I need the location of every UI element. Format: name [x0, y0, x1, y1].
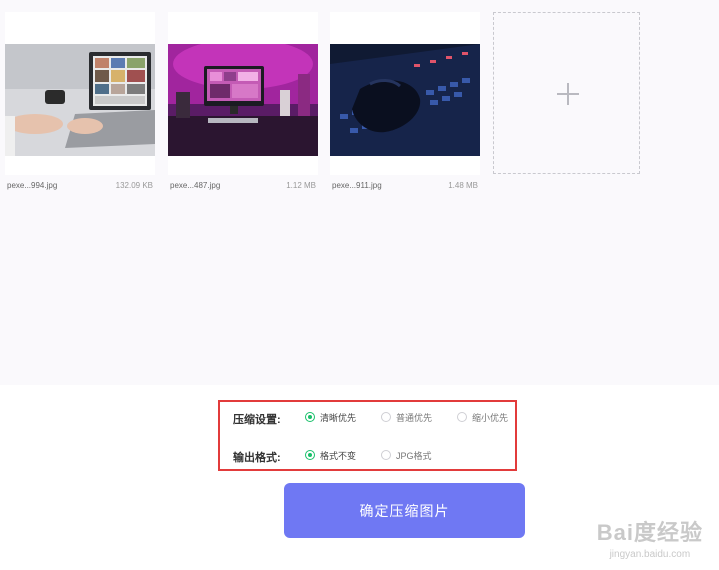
file-size: 132.09 KB: [115, 181, 153, 190]
file-card[interactable]: [5, 12, 155, 175]
watermark-logo: Bai度经验: [596, 520, 703, 545]
upload-area: pexe...994.jpg 132.09 KB pexe...487.jpg …: [0, 0, 719, 385]
confirm-compress-button[interactable]: 确定压缩图片: [284, 483, 525, 538]
plus-icon: [557, 83, 579, 105]
radio-unselected-icon: [457, 412, 467, 422]
file-name: pexe...911.jpg: [332, 181, 382, 190]
compression-settings-panel: 压缩设置: 清晰优先 普通优先 缩小优先 输出格式: 格式不变 JPG格式: [218, 400, 517, 471]
file-thumbnail-desk: [168, 44, 318, 156]
radio-selected-icon: [305, 412, 315, 422]
radio-keep-format[interactable]: 格式不变: [305, 449, 356, 462]
radio-jpg-format[interactable]: JPG格式: [381, 449, 432, 462]
compression-setting-label: 压缩设置:: [233, 414, 281, 426]
file-name: pexe...994.jpg: [7, 181, 58, 190]
radio-selected-icon: [305, 450, 315, 460]
file-name: pexe...487.jpg: [170, 181, 221, 190]
output-format-label: 输出格式:: [233, 452, 281, 464]
file-thumbnail-laptop: [5, 44, 155, 156]
radio-size-priority[interactable]: 缩小优先: [457, 411, 508, 424]
compression-setting-row: 压缩设置: 清晰优先 普通优先 缩小优先: [220, 409, 515, 427]
file-meta: pexe...911.jpg 1.48 MB: [330, 181, 480, 193]
radio-normal-priority[interactable]: 普通优先: [381, 411, 432, 424]
file-card[interactable]: [330, 12, 480, 175]
file-meta: pexe...994.jpg 132.09 KB: [5, 181, 155, 193]
file-size: 1.12 MB: [286, 181, 316, 190]
radio-clarity-priority[interactable]: 清晰优先: [305, 411, 356, 424]
file-card[interactable]: [168, 12, 318, 175]
add-image-button[interactable]: [493, 12, 640, 174]
file-size: 1.48 MB: [448, 181, 478, 190]
output-format-row: 输出格式: 格式不变 JPG格式: [220, 447, 515, 465]
radio-unselected-icon: [381, 412, 391, 422]
watermark-url: jingyan.baidu.com: [609, 549, 691, 560]
radio-unselected-icon: [381, 450, 391, 460]
file-thumbnail-keyboard: [330, 44, 480, 156]
baidu-jingyan-watermark: Bai度经验 jingyan.baidu.com: [597, 515, 703, 560]
file-meta: pexe...487.jpg 1.12 MB: [168, 181, 318, 193]
